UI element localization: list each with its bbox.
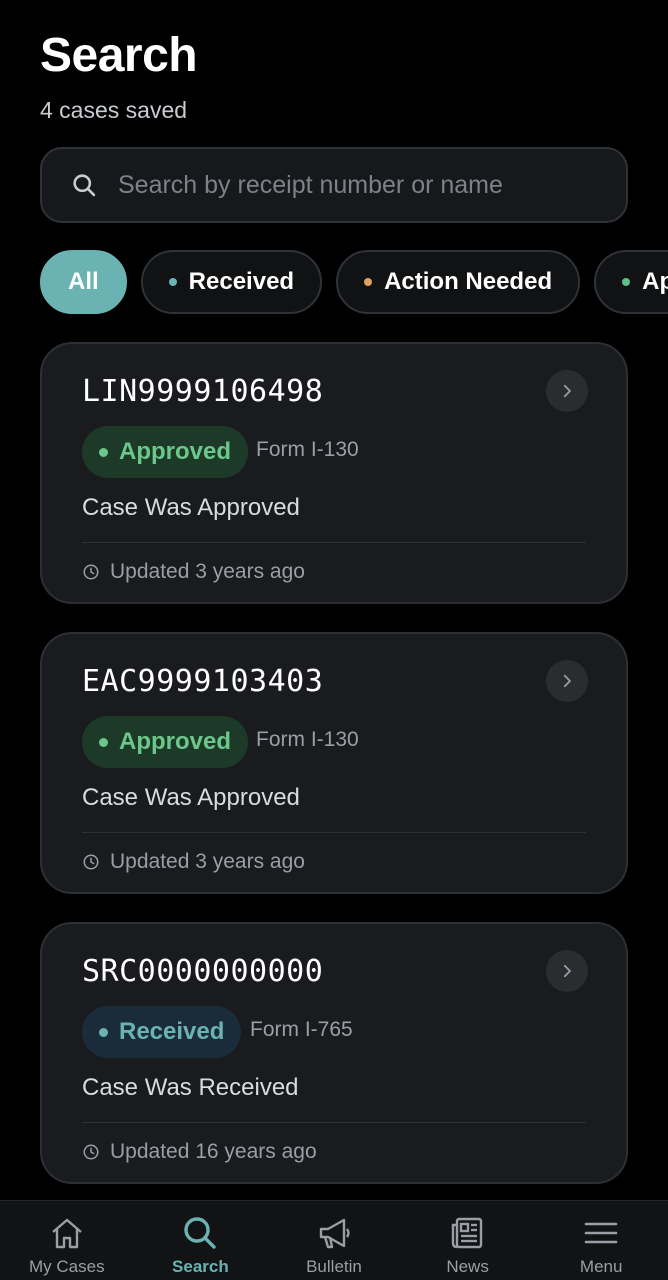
status-badge: Approved [82, 426, 249, 478]
saved-count: 4 cases saved [40, 97, 188, 123]
chevron-right-icon[interactable] [546, 950, 588, 992]
search-input[interactable] [118, 170, 598, 200]
tab-label: Bulletin [306, 1257, 362, 1276]
clock-icon [83, 564, 99, 580]
receipt-number: SRC0000000000 [82, 954, 324, 989]
updated-text: Updated 16 years ago [110, 1140, 317, 1163]
tab-label: Menu [579, 1257, 623, 1276]
status-label: Approved [119, 728, 232, 755]
search-icon [184, 1217, 217, 1249]
form-type: Form I-130 [256, 728, 359, 751]
status-dot [99, 1027, 108, 1037]
tab-label: News [446, 1257, 489, 1276]
case-description: Case Was Approved [82, 784, 300, 811]
tab-bulletin[interactable]: Bulletin [267, 1201, 401, 1280]
status-dot [364, 278, 373, 286]
filter-chip-all[interactable]: All [40, 250, 127, 314]
status-label: Received [119, 1018, 225, 1045]
megaphone-icon [319, 1218, 350, 1249]
tab-label: My Cases [29, 1257, 105, 1276]
search-icon [73, 174, 96, 197]
tab-news[interactable]: News [401, 1201, 535, 1280]
chevron-right-icon[interactable] [546, 660, 588, 702]
tab-label: Search [172, 1257, 229, 1276]
newspaper-icon [451, 1217, 482, 1249]
case-card[interactable]: LIN9999106498 Approved Form I-130 Case W… [40, 342, 628, 604]
menu-icon [584, 1222, 618, 1244]
receipt-number: LIN9999106498 [82, 374, 324, 409]
divider [82, 542, 586, 543]
clock-icon [83, 1144, 99, 1160]
status-badge: Approved [82, 716, 249, 768]
clock-icon [83, 854, 99, 870]
case-card[interactable]: SRC0000000000 Received Form I-765 Case W… [40, 922, 628, 1184]
page-title: Search [40, 29, 198, 82]
status-badge: Received [82, 1006, 242, 1058]
filter-chip-action-needed[interactable]: Action Needed [336, 250, 581, 314]
updated-info: Updated 3 years ago [82, 560, 305, 584]
filter-chip-label: Action Needed [384, 268, 553, 295]
filter-chip-label: Received [188, 268, 295, 295]
tab-my-cases[interactable]: My Cases [0, 1201, 134, 1280]
status-dot [168, 278, 177, 286]
home-icon [52, 1218, 82, 1249]
filter-chips: All Received Action Needed App [40, 250, 668, 316]
updated-info: Updated 16 years ago [82, 1140, 317, 1164]
divider [82, 1122, 586, 1123]
search-bar[interactable] [40, 147, 628, 223]
filter-chip-label: App [642, 268, 668, 295]
filter-chip-received[interactable]: Received [140, 250, 323, 314]
status-dot [622, 278, 631, 286]
status-dot [99, 447, 108, 457]
case-card[interactable]: EAC9999103403 Approved Form I-130 Case W… [40, 632, 628, 894]
chevron-right-icon[interactable] [546, 370, 588, 412]
form-type: Form I-765 [250, 1018, 353, 1041]
receipt-number: EAC9999103403 [82, 664, 324, 699]
updated-info: Updated 3 years ago [82, 850, 305, 874]
case-description: Case Was Received [82, 1074, 299, 1101]
filter-chip-label: All [68, 268, 99, 295]
case-description: Case Was Approved [82, 494, 300, 521]
divider [82, 832, 586, 833]
bottom-tab-bar: My Cases Search Bulletin News Menu [0, 1200, 668, 1280]
status-label: Approved [119, 438, 232, 465]
page-header: Search 4 cases saved [40, 28, 198, 124]
tab-search[interactable]: Search [134, 1201, 268, 1280]
updated-text: Updated 3 years ago [110, 560, 305, 583]
form-type: Form I-130 [256, 438, 359, 461]
tab-menu[interactable]: Menu [534, 1201, 668, 1280]
filter-chip-approved[interactable]: App [594, 250, 668, 314]
status-dot [99, 737, 108, 747]
updated-text: Updated 3 years ago [110, 850, 305, 873]
